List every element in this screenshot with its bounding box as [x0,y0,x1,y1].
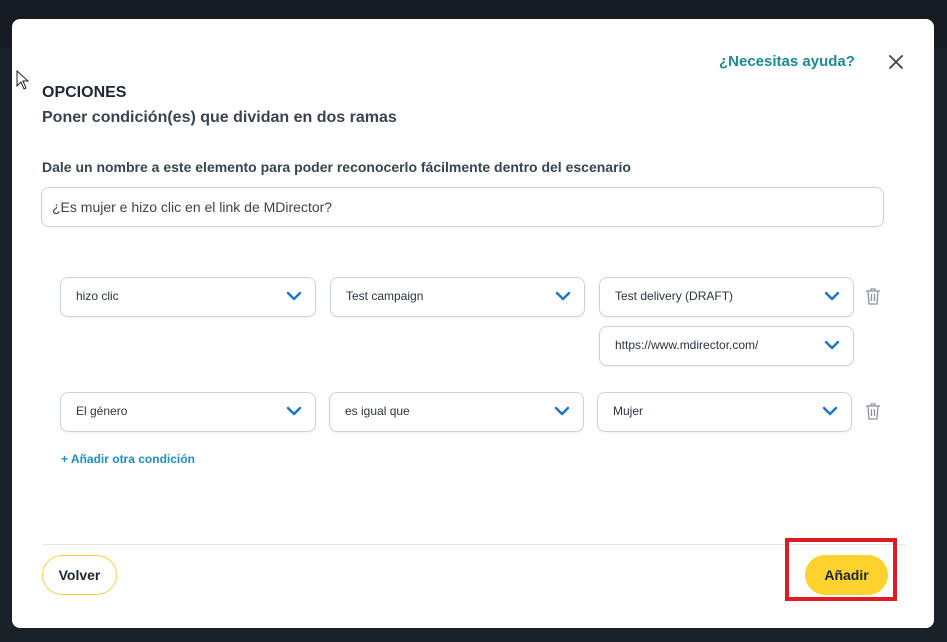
modal-subtitle: Poner condición(es) que dividan en dos r… [42,109,397,126]
element-name-label: Dale un nombre a este elemento para pode… [42,159,631,175]
condition-1-delivery-select[interactable]: Test delivery (DRAFT) [599,277,854,317]
condition-1-field-select[interactable]: hizo clic [60,277,316,317]
add-button[interactable]: Añadir [805,555,888,595]
trash-icon[interactable] [865,402,881,420]
select-value: https://www.mdirector.com/ [615,338,759,352]
chevron-down-icon [286,406,302,416]
chevron-down-icon [555,291,571,301]
chevron-down-icon [824,291,840,301]
options-modal: ¿Necesitas ayuda? OPCIONES Poner condici… [12,19,934,628]
select-value: hizo clic [76,289,119,303]
chevron-down-icon [286,291,302,301]
chevron-down-icon [822,406,838,416]
select-value: El género [76,404,128,418]
footer-divider [42,544,906,545]
select-value: Test campaign [346,289,424,303]
modal-title: OPCIONES [42,84,127,101]
condition-2-operator-select[interactable]: es igual que [329,392,584,432]
condition-1-campaign-select[interactable]: Test campaign [330,277,585,317]
trash-icon[interactable] [865,287,881,305]
mouse-cursor-icon [16,70,30,90]
select-value: Mujer [613,404,644,418]
select-value: Test delivery (DRAFT) [615,289,734,303]
add-condition-link[interactable]: + Añadir otra condición [61,452,195,466]
condition-1-link-select[interactable]: https://www.mdirector.com/ [599,326,854,366]
select-value: es igual que [345,404,410,418]
element-name-input[interactable] [41,187,884,227]
chevron-down-icon [554,406,570,416]
chevron-down-icon [824,340,840,350]
back-button[interactable]: Volver [42,555,117,595]
condition-2-field-select[interactable]: El género [60,392,316,432]
help-link[interactable]: ¿Necesitas ayuda? [719,53,855,70]
condition-2-value-select[interactable]: Mujer [597,392,852,432]
close-icon[interactable] [886,52,906,72]
